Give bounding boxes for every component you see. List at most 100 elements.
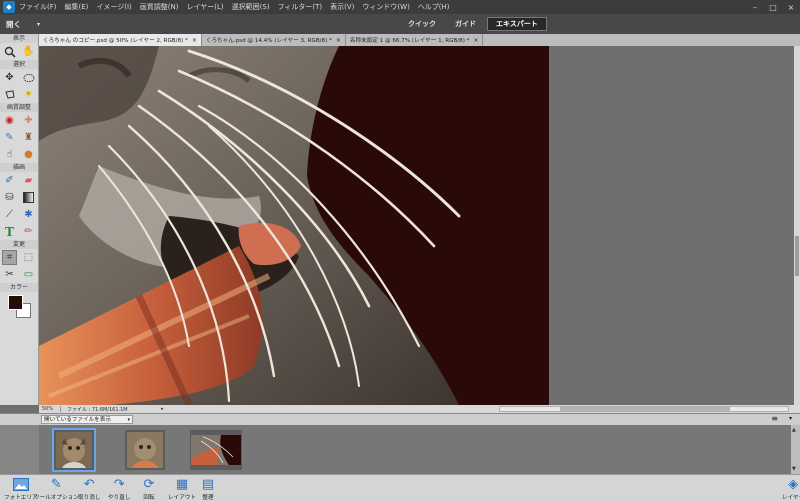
red-eye-tool-icon[interactable]: ◉ — [2, 113, 17, 128]
rotate-label: 回転 — [143, 495, 155, 501]
bottom-task-bar: フォトエリア ✎ ツールオプション ↶ 取り消し ↷ やり直し ⟳ 回転 ▦ レ… — [0, 474, 800, 501]
bin-collapse-icon[interactable]: ▾ — [789, 415, 792, 422]
section-enhance-label: 画質調整 — [0, 103, 38, 112]
tab-close-icon[interactable]: × — [473, 37, 478, 44]
photo-bin-header: 開いているファイルを表示 ▾ ≡ ▾ — [0, 413, 800, 425]
tab-document-1[interactable]: くろちゃん のコピー.psd @ 50% (レイヤー 2, RGB/8) * × — [39, 34, 202, 46]
chevron-down-icon: ▾ — [127, 417, 130, 423]
status-menu-icon[interactable]: ▸ — [161, 406, 164, 412]
zoom-tool-icon[interactable] — [2, 44, 17, 59]
photo-bin-icon — [12, 476, 30, 492]
close-window-button[interactable]: × — [782, 3, 800, 12]
tab-document-2[interactable]: くろちゃん.psd @ 14.4% (レイヤー 3, RGB/8) * × — [202, 34, 346, 46]
scroll-up-icon[interactable]: ▲ — [792, 427, 796, 433]
scroll-down-icon[interactable]: ▼ — [792, 466, 796, 472]
photo-bin-label: フォトエリア — [4, 495, 38, 501]
organize-button[interactable]: ▤ 整理 — [199, 476, 217, 501]
open-dropdown-icon[interactable]: ▾ — [37, 21, 40, 28]
status-bar: 50% ファイル : 71.6M/161.1M ▸ — [39, 405, 800, 413]
tab-document-3[interactable]: 名称未設定 1 @ 66.7% (レイヤー 1, RGB/8) * × — [346, 34, 484, 46]
bin-thumbnail-1[interactable] — [52, 428, 96, 472]
tab-label: くろちゃん.psd @ 14.4% (レイヤー 3, RGB/8) * — [205, 38, 332, 44]
hand-tool-icon[interactable]: ✋ — [21, 44, 36, 59]
recompose-tool-icon[interactable]: ⬚ — [21, 250, 36, 265]
menu-view[interactable]: 表示(V) — [330, 2, 354, 12]
tab-close-icon[interactable]: × — [336, 37, 341, 44]
menu-select[interactable]: 選択範囲(S) — [232, 2, 270, 12]
photo-canvas[interactable] — [39, 46, 549, 405]
gradient-tool-icon[interactable] — [21, 190, 36, 205]
menu-bar: ◆ ファイル(F) 編集(E) イメージ(I) 画質調整(N) レイヤー(L) … — [0, 0, 800, 14]
marquee-tool-icon[interactable] — [21, 70, 36, 85]
straighten-tool-icon[interactable]: ▭ — [21, 267, 36, 282]
brush-tool-icon[interactable]: ✐ — [2, 173, 17, 188]
mode-expert-button[interactable]: エキスパート — [487, 17, 547, 31]
app-window: ◆ ファイル(F) 編集(E) イメージ(I) 画質調整(N) レイヤー(L) … — [0, 0, 800, 501]
spot-healing-tool-icon[interactable]: ✚ — [21, 113, 36, 128]
redo-button[interactable]: ↷ やり直し — [108, 476, 130, 501]
lasso-tool-icon[interactable] — [2, 87, 17, 102]
clone-stamp-tool-icon[interactable]: ♜ — [21, 130, 36, 145]
bin-thumbnail-2[interactable] — [125, 430, 165, 470]
tool-options-button[interactable]: ✎ ツールオプション — [34, 476, 79, 501]
undo-icon: ↶ — [83, 476, 95, 492]
app-logo-icon: ◆ — [3, 1, 15, 13]
tool-options-label: ツールオプション — [34, 495, 79, 501]
magic-wand-tool-icon[interactable]: ✶ — [21, 87, 36, 102]
redo-label: やり直し — [108, 495, 131, 501]
menu-layer[interactable]: レイヤー(L) — [186, 2, 223, 12]
smart-brush-tool-icon[interactable]: ✎ — [2, 130, 17, 145]
paint-bucket-tool-icon[interactable]: ⛁ — [2, 190, 17, 205]
bin-show-files-select[interactable]: 開いているファイルを表示 ▾ — [41, 415, 133, 424]
menu-filter[interactable]: フィルター(T) — [278, 2, 323, 12]
content-aware-move-tool-icon[interactable]: ✂ — [2, 267, 17, 282]
window-controls: – □ × — [746, 3, 800, 12]
foreground-color-swatch[interactable] — [8, 295, 23, 310]
mode-bar: 開く ▾ クイック ガイド エキスパート — [0, 14, 800, 34]
layout-icon: ▦ — [175, 476, 189, 492]
layers-button[interactable]: ◈ レイヤー — [782, 476, 800, 501]
tab-close-icon[interactable]: × — [192, 37, 197, 44]
bin-scrollbar[interactable]: ▲ ▼ — [791, 425, 800, 474]
canvas-area[interactable] — [39, 46, 794, 405]
menu-help[interactable]: ヘルプ(H) — [418, 2, 450, 12]
sponge-tool-icon[interactable]: ● — [21, 147, 36, 162]
blur-tool-icon[interactable]: ☝ — [2, 147, 17, 162]
rotate-button[interactable]: ⟳ 回転 — [140, 476, 158, 501]
mode-guided-button[interactable]: ガイド — [447, 17, 484, 31]
menu-window[interactable]: ウィンドウ(W) — [362, 2, 409, 12]
type-tool-icon[interactable]: T — [2, 224, 17, 239]
undo-label: 取り消し — [78, 495, 101, 501]
horizontal-scrollbar[interactable] — [499, 406, 789, 412]
maximize-button[interactable]: □ — [764, 3, 782, 12]
undo-button[interactable]: ↶ 取り消し — [78, 476, 100, 501]
vertical-scroll-thumb[interactable] — [795, 236, 799, 276]
tab-label: 名称未設定 1 @ 66.7% (レイヤー 1, RGB/8) * — [349, 38, 470, 44]
crop-tool-icon[interactable]: ⌗ — [2, 250, 17, 265]
bin-thumbnail-3[interactable] — [190, 430, 242, 470]
zoom-level[interactable]: 50% — [39, 406, 61, 412]
pencil-tool-icon[interactable]: ✏ — [21, 224, 36, 239]
menu-enhance[interactable]: 画質調整(N) — [140, 2, 179, 12]
eraser-tool-icon[interactable]: ▰ — [21, 173, 36, 188]
menu-image[interactable]: イメージ(I) — [96, 2, 131, 12]
minimize-button[interactable]: – — [746, 3, 764, 12]
section-select-label: 選択 — [0, 60, 38, 69]
open-button[interactable]: 開く — [6, 19, 21, 30]
mode-quick-button[interactable]: クイック — [400, 17, 444, 31]
custom-shape-tool-icon[interactable]: ✱ — [21, 207, 36, 222]
photo-bin-button[interactable]: フォトエリア — [4, 476, 38, 501]
bin-menu-icon[interactable]: ≡ — [771, 414, 778, 423]
vertical-scrollbar[interactable] — [794, 46, 800, 405]
move-tool-icon[interactable]: ✥ — [2, 70, 17, 85]
layout-button[interactable]: ▦ レイアウト — [168, 476, 196, 501]
menu-file[interactable]: ファイル(F) — [19, 2, 57, 12]
organize-label: 整理 — [202, 495, 214, 501]
layout-label: レイアウト — [168, 495, 196, 501]
eyedropper-tool-icon[interactable]: ⟋ — [2, 207, 17, 222]
toolbox: 表示 ✋ 選択 ✥ ✶ 画質調整 ◉ ✚ ✎ ♜ ☝ ● 描画 ✐ ▰ ⛁ ⟋ … — [0, 34, 39, 405]
horizontal-scroll-thumb[interactable] — [560, 407, 730, 411]
menu-edit[interactable]: 編集(E) — [65, 2, 89, 12]
section-modify-label: 変更 — [0, 240, 38, 249]
layers-icon: ◈ — [788, 476, 799, 492]
